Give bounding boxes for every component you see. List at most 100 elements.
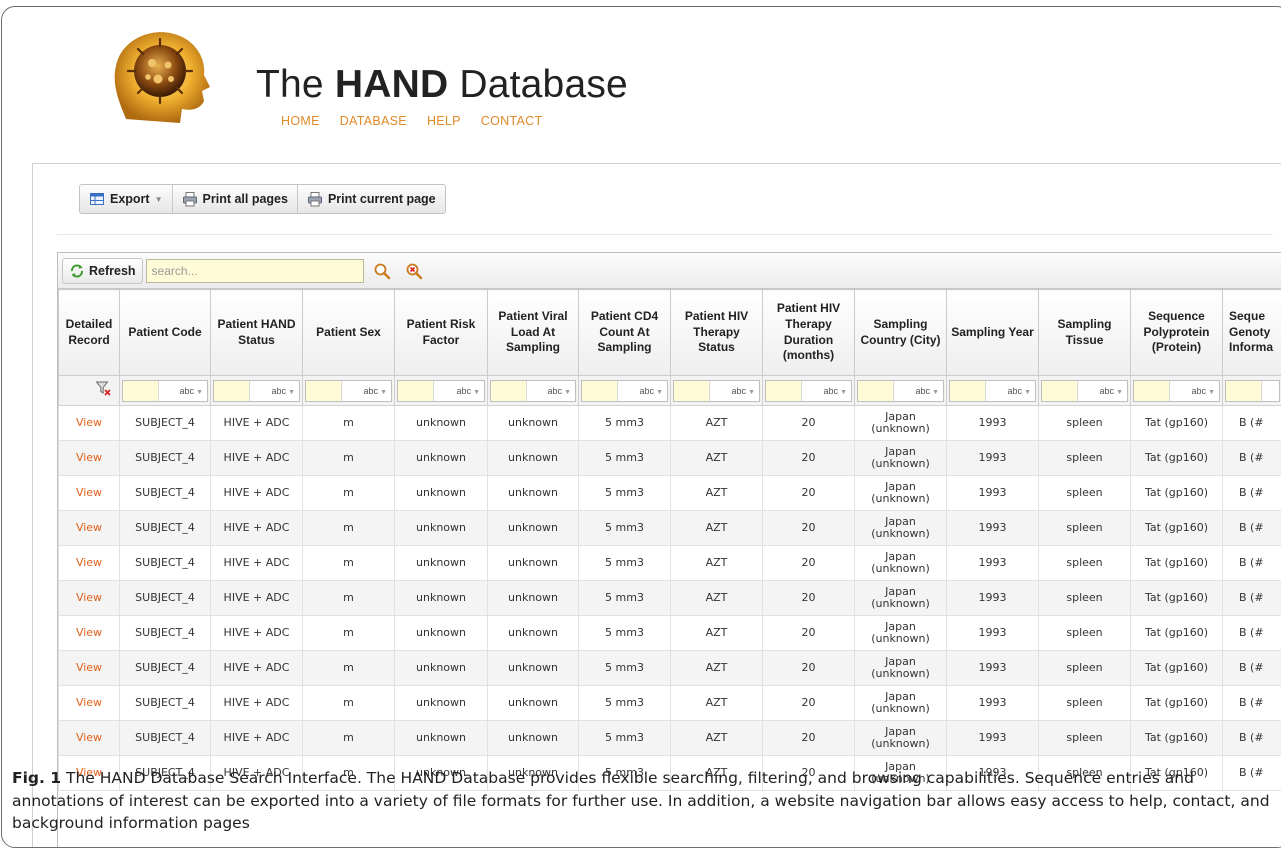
filter-field[interactable]: abc ▼: [122, 379, 208, 402]
caption-label: Fig. 1: [12, 769, 62, 787]
funnel-clear-icon[interactable]: [95, 380, 111, 396]
filter-input[interactable]: [1042, 380, 1078, 401]
filter-input[interactable]: [858, 380, 894, 401]
filter-input[interactable]: [398, 380, 434, 401]
filter-operator-dropdown[interactable]: abc ▼: [1170, 381, 1219, 401]
view-link[interactable]: View: [58, 580, 120, 616]
filter-operator-dropdown[interactable]: abc ▼: [802, 381, 851, 401]
column-header-viral-load[interactable]: Patient Viral Load At Sampling: [487, 289, 579, 376]
year-cell: 1993: [946, 475, 1039, 511]
site-navigation: HOME DATABASE HELP CONTACT: [281, 114, 562, 128]
search-button[interactable]: [368, 258, 396, 284]
search-input[interactable]: [145, 258, 364, 283]
column-header-genotype[interactable]: Seque Genoty Informa: [1222, 289, 1281, 376]
column-header-sampling-year[interactable]: Sampling Year: [946, 289, 1039, 376]
filter-operator-dropdown[interactable]: abc ▼: [710, 381, 759, 401]
view-link[interactable]: View: [58, 545, 120, 581]
table-row[interactable]: View SUBJECT_4 HIVE + ADC m unknown unknown 5 …: [58, 650, 1281, 686]
nav-contact-link[interactable]: CONTACT: [481, 114, 543, 128]
table-row[interactable]: View SUBJECT_4 HIVE + ADC m unknown unknown 5 …: [58, 475, 1281, 511]
filter-input[interactable]: [306, 380, 342, 401]
filter-input[interactable]: [1226, 380, 1262, 401]
filter-operator-dropdown[interactable]: abc ▼: [1078, 381, 1127, 401]
clear-search-button[interactable]: [400, 258, 428, 284]
table-row[interactable]: View SUBJECT_4 HIVE + ADC m unknown unknown 5 …: [58, 720, 1281, 756]
filter-input[interactable]: [674, 380, 710, 401]
column-header-sampling-country[interactable]: Sampling Country (City): [854, 289, 947, 376]
filter-field[interactable]: abc ▼: [765, 379, 852, 402]
table-row[interactable]: View SUBJECT_4 HIVE + ADC m unknown unknown 5 …: [58, 440, 1281, 476]
table-row[interactable]: View SUBJECT_4 HIVE + ADC m unknown unknown 5 …: [58, 510, 1281, 546]
filter-input[interactable]: [214, 380, 250, 401]
filter-field[interactable]: abc ▼: [213, 379, 300, 402]
genotype-cell: B (#: [1222, 615, 1281, 651]
filter-input[interactable]: [582, 380, 618, 401]
column-header-therapy-duration[interactable]: Patient HIV Therapy Duration (months): [762, 289, 855, 376]
cd4-count-cell: 5 mm3: [578, 510, 671, 546]
country-cell: Japan (unknown): [854, 405, 947, 441]
filter-field[interactable]: abc ▼: [581, 379, 668, 402]
column-header-patient-code[interactable]: Patient Code: [119, 289, 211, 376]
filter-operator-dropdown[interactable]: abc ▼: [342, 381, 391, 401]
column-filter: abc ▼: [578, 375, 671, 406]
filter-operator-dropdown[interactable]: abc ▼: [894, 381, 943, 401]
filter-field[interactable]: abc ▼: [490, 379, 576, 402]
table-body: View SUBJECT_4 HIVE + ADC m unknown unknown 5 …: [58, 405, 1281, 791]
table-row[interactable]: View SUBJECT_4 HIVE + ADC m unknown unknown 5 …: [58, 685, 1281, 721]
table-row[interactable]: View SUBJECT_4 HIVE + ADC m unknown unknown 5 …: [58, 580, 1281, 616]
nav-home-link[interactable]: HOME: [281, 114, 320, 128]
view-link[interactable]: View: [58, 475, 120, 511]
view-link[interactable]: View: [58, 720, 120, 756]
column-header-patient-sex[interactable]: Patient Sex: [302, 289, 395, 376]
filter-field[interactable]: abc ▼: [305, 379, 392, 402]
column-header-sampling-tissue[interactable]: Sampling Tissue: [1038, 289, 1131, 376]
filter-field[interactable]: abc ▼: [1133, 379, 1220, 402]
hand-status-cell: HIVE + ADC: [210, 720, 303, 756]
filter-operator-dropdown[interactable]: abc ▼: [159, 381, 207, 401]
table-row[interactable]: View SUBJECT_4 HIVE + ADC m unknown unknown 5 …: [58, 615, 1281, 651]
cd4-count-cell: 5 mm3: [578, 545, 671, 581]
therapy-duration-cell: 20: [762, 405, 855, 441]
view-link[interactable]: View: [58, 405, 120, 441]
nav-help-link[interactable]: HELP: [427, 114, 461, 128]
view-link[interactable]: View: [58, 615, 120, 651]
spreadsheet-icon: [90, 193, 104, 205]
filter-operator-label: abc: [639, 385, 655, 396]
filter-operator-dropdown[interactable]: abc ▼: [618, 381, 667, 401]
column-header-therapy-status[interactable]: Patient HIV Therapy Status: [670, 289, 763, 376]
view-link[interactable]: View: [58, 685, 120, 721]
filter-operator-dropdown[interactable]: abc ▼: [434, 381, 484, 401]
column-header-risk-factor[interactable]: Patient Risk Factor: [394, 289, 488, 376]
table-row[interactable]: View SUBJECT_4 HIVE + ADC m unknown unknown 5 …: [58, 405, 1281, 441]
nav-database-link[interactable]: DATABASE: [340, 114, 407, 128]
filter-input[interactable]: [766, 380, 802, 401]
print-current-page-button[interactable]: Print current page: [298, 185, 445, 213]
filter-operator-dropdown[interactable]: abc ▼: [986, 381, 1035, 401]
filter-field[interactable]: abc ▼: [857, 379, 944, 402]
view-link[interactable]: View: [58, 650, 120, 686]
view-link[interactable]: View: [58, 440, 120, 476]
filter-operator-dropdown[interactable]: abc ▼: [250, 381, 299, 401]
filter-input[interactable]: [950, 380, 986, 401]
column-header-detailed-record[interactable]: Detailed Record: [58, 289, 120, 376]
filter-field[interactable]: abc ▼: [673, 379, 760, 402]
cd4-count-cell: 5 mm3: [578, 720, 671, 756]
filter-input[interactable]: [491, 380, 527, 401]
column-header-polyprotein[interactable]: Sequence Polyprotein (Protein): [1130, 289, 1223, 376]
table-row[interactable]: View SUBJECT_4 HIVE + ADC m unknown unknown 5 …: [58, 545, 1281, 581]
filter-operator-label: abc: [1007, 385, 1023, 396]
column-header-cd4-count[interactable]: Patient CD4 Count At Sampling: [578, 289, 671, 376]
export-button[interactable]: Export ▼: [80, 185, 173, 213]
filter-field[interactable]: abc ▼: [1041, 379, 1128, 402]
filter-field[interactable]: abc ▼: [397, 379, 485, 402]
therapy-status-cell: AZT: [670, 510, 763, 546]
column-header-hand-status[interactable]: Patient HAND Status: [210, 289, 303, 376]
refresh-button[interactable]: Refresh: [62, 257, 143, 284]
print-all-pages-button[interactable]: Print all pages: [173, 185, 298, 213]
filter-field[interactable]: abc ▼: [949, 379, 1036, 402]
filter-input[interactable]: [1134, 380, 1170, 401]
filter-operator-dropdown[interactable]: abc ▼: [527, 381, 575, 401]
view-link[interactable]: View: [58, 510, 120, 546]
filter-field[interactable]: [1225, 379, 1280, 402]
filter-input[interactable]: [123, 380, 159, 401]
